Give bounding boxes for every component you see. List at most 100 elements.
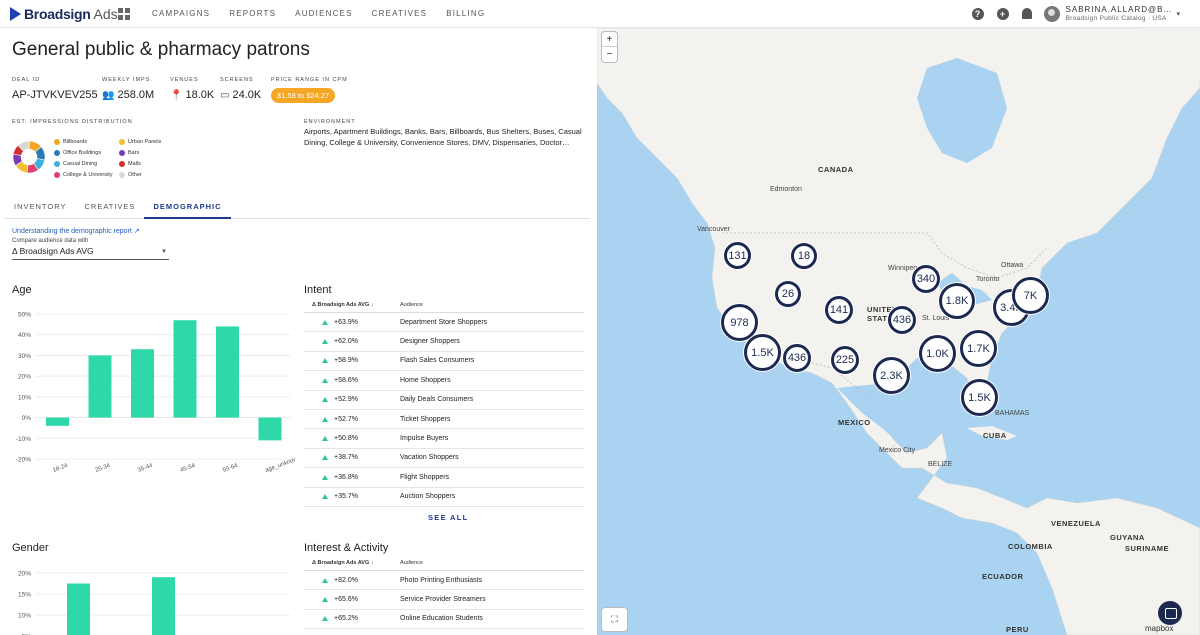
venues-map[interactable]: + − CANADA Edmonton Vancouver Winnipeg O… [597, 28, 1200, 635]
audience-column-header: Audience [400, 302, 423, 308]
screens-stat: SCREENS ▭ 24.0K [220, 77, 261, 101]
bar [152, 577, 175, 635]
trend-up-icon [322, 436, 328, 442]
map-cluster[interactable]: 436 [888, 306, 916, 334]
map-cluster[interactable]: 340 [912, 265, 940, 293]
tab-creatives[interactable]: CREATIVES [75, 198, 144, 219]
table-row: +50.8% Impulse Buyers [304, 429, 584, 449]
main-nav: CAMPAIGNS REPORTS AUDIENCES CREATIVES BI… [152, 9, 504, 18]
screens-value: 24.0K [232, 89, 262, 101]
map-cluster[interactable]: 1.5K [744, 334, 781, 371]
nav-billing[interactable]: BILLING [446, 9, 485, 18]
add-icon[interactable]: + [996, 7, 1009, 20]
gender-title: Gender [12, 542, 49, 554]
map-label: St. Louis [922, 315, 950, 322]
map-label: ECUADOR [982, 572, 1024, 581]
table-row: +36.8% Flight Shoppers [304, 468, 584, 488]
delta-cell: +52.9% [304, 396, 400, 403]
logo-brand: Broadsign [24, 5, 91, 22]
age-title: Age [12, 284, 32, 296]
notifications-bell-icon[interactable] [1021, 8, 1032, 19]
map-cluster[interactable]: 2.3K [873, 357, 910, 394]
sort-column-header[interactable]: Δ Broadsign Ads AVG ↓ [304, 560, 400, 566]
map-cluster[interactable]: 1.8K [939, 283, 975, 319]
audience-column-header: Audience [400, 560, 423, 566]
zoom-in-button[interactable]: + [602, 32, 617, 47]
age-bar-chart: 50% 40% 30% 20% 10% 0% -10% -20% 18-24 25-34 35-44… [16, 312, 295, 474]
legend-item: Urban Panels [119, 136, 161, 147]
mapbox-attribution[interactable]: mapbox [1145, 624, 1173, 633]
legend-swatch [119, 160, 125, 167]
chevron-down-icon[interactable]: ▾ [1176, 10, 1180, 18]
tab-demographic[interactable]: DEMOGRAPHIC [144, 198, 231, 219]
trend-up-icon [322, 597, 328, 603]
audience-name: Flight Shoppers [400, 473, 450, 481]
map-cluster[interactable]: 7K [1012, 277, 1049, 314]
map-cluster[interactable]: 1.0K [919, 335, 956, 372]
legend-swatch [54, 171, 60, 178]
legend-swatch [119, 171, 125, 178]
table-row: +58.9% Flash Sales Consumers [304, 352, 584, 372]
help-icon[interactable]: ? [971, 7, 984, 20]
fullscreen-icon: ⛶ [611, 614, 618, 624]
distribution-donut-chart [12, 140, 46, 174]
deal-details-panel: General public & pharmacy patrons DEAL I… [0, 28, 597, 635]
see-all-button[interactable]: SEE ALL [428, 513, 469, 522]
zoom-control: + − [602, 32, 617, 62]
chat-support-button[interactable] [1158, 601, 1182, 625]
table-row: +63.9% Department Store Shoppers [304, 313, 584, 333]
map-cluster[interactable]: 26 [775, 281, 801, 307]
map-cluster[interactable]: 436 [783, 344, 811, 372]
audience-name: Ticket Shoppers [400, 415, 451, 423]
trend-up-icon [322, 494, 328, 500]
y-tick-label: 50% [18, 312, 31, 319]
map-cluster[interactable]: 18 [791, 243, 817, 269]
x-tick-label: 25-34 [95, 463, 112, 474]
nav-creatives[interactable]: CREATIVES [372, 9, 428, 18]
map-label: BAHAMAS [995, 410, 1030, 417]
trend-up-icon [322, 577, 328, 583]
delta-cell: +38.7% [304, 454, 400, 461]
table-row: +82.0% Photo Printing Enthusiasts [304, 571, 584, 591]
map-cluster[interactable]: 1.5K [961, 379, 998, 416]
map-cluster[interactable]: 1.7K [960, 330, 997, 367]
environment-label: ENVIRONMENT [304, 119, 356, 125]
nav-audiences[interactable]: AUDIENCES [295, 9, 352, 18]
trend-up-icon [322, 339, 328, 345]
table-row: +38.7% Vacation Shoppers [304, 449, 584, 469]
fullscreen-button[interactable]: ⛶ [602, 608, 627, 631]
bar [67, 583, 90, 635]
x-tick-label: 18-24 [52, 463, 69, 474]
venues-label: VENUES [170, 77, 199, 83]
price-label: PRICE RANGE IN CPM [271, 77, 348, 83]
tab-inventory[interactable]: INVENTORY [5, 198, 75, 219]
legend-item: College & University [54, 169, 113, 180]
nav-reports[interactable]: REPORTS [229, 9, 276, 18]
avatar[interactable] [1043, 5, 1060, 22]
bar [216, 326, 239, 418]
price-range-badge: $1.58 to $24.27 [271, 88, 336, 103]
map-label: CUBA [983, 431, 1007, 440]
compare-label: Compare audience data with [12, 238, 89, 244]
delta-value: +58.6% [334, 376, 358, 384]
y-tick-label: 40% [18, 332, 31, 339]
compare-select[interactable]: Δ Broadsign Ads AVG ▼ [12, 246, 169, 260]
apps-grid-icon[interactable] [118, 7, 130, 20]
zoom-out-button[interactable]: − [602, 47, 617, 62]
delta-value: +63.9% [334, 318, 358, 326]
intent-table-header: Δ Broadsign Ads AVG ↓ Audience [304, 298, 584, 313]
y-tick-label: 20% [18, 374, 31, 381]
map-cluster[interactable]: 225 [831, 346, 859, 374]
map-label: Toronto [976, 276, 1000, 283]
demographic-report-link[interactable]: Understanding the demographic report ↗ [12, 227, 140, 235]
sort-column-header[interactable]: Δ Broadsign Ads AVG ↓ [304, 302, 400, 308]
map-cluster[interactable]: 141 [825, 296, 853, 324]
delta-cell: +58.9% [304, 357, 400, 364]
broadsign-logo[interactable]: Broadsign Ads [10, 5, 118, 22]
table-row: +58.6% Home Shoppers [304, 371, 584, 391]
deal-id-value: AP-JTVKVEV255 [12, 89, 98, 101]
map-cluster[interactable]: 131 [724, 242, 751, 269]
nav-campaigns[interactable]: CAMPAIGNS [152, 9, 210, 18]
user-menu[interactable]: SABRINA.ALLARD@B… Broadsign Public Catal… [1066, 5, 1173, 23]
interest-table: Δ Broadsign Ads AVG ↓ Audience +82.0% Pho… [304, 556, 584, 630]
